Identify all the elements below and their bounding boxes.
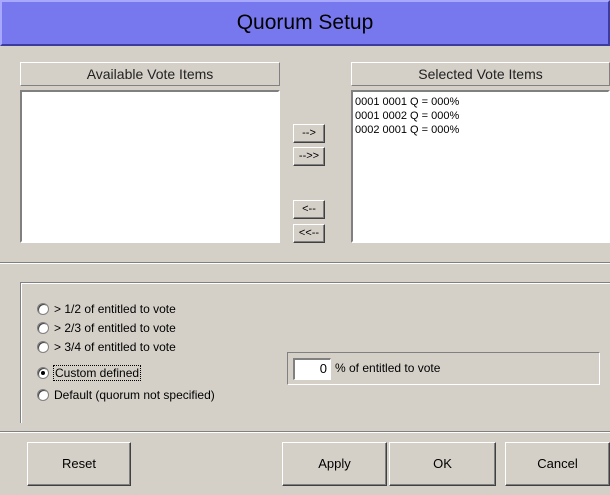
- option-label: > 2/3 of entitled to vote: [54, 321, 176, 335]
- selected-items-list[interactable]: 0001 0001 Q = 000% 0001 0002 Q = 000% 00…: [351, 90, 610, 243]
- separator: [0, 262, 610, 264]
- selected-items-header: Selected Vote Items: [351, 62, 610, 86]
- remove-item-button[interactable]: <--: [293, 200, 325, 219]
- option-default[interactable]: Default (quorum not specified): [37, 387, 215, 403]
- option-label: Default (quorum not specified): [54, 388, 215, 402]
- radio-button[interactable]: [37, 303, 49, 315]
- custom-percent-panel: 0 % of entitled to vote: [287, 352, 600, 385]
- radio-button-selected[interactable]: [37, 367, 49, 379]
- selected-item[interactable]: 0001 0002 Q = 000%: [355, 109, 608, 123]
- separator: [0, 431, 610, 433]
- selected-item[interactable]: 0002 0001 Q = 000%: [355, 123, 608, 137]
- available-items-header: Available Vote Items: [20, 62, 280, 86]
- option-label: > 1/2 of entitled to vote: [54, 302, 176, 316]
- option-custom-defined[interactable]: Custom defined: [37, 365, 142, 381]
- option-three-quarters[interactable]: > 3/4 of entitled to vote: [37, 339, 176, 355]
- option-label: Custom defined: [52, 365, 142, 381]
- cancel-button[interactable]: Cancel: [505, 442, 610, 486]
- custom-percent-label: % of entitled to vote: [335, 361, 441, 375]
- add-all-items-button[interactable]: -->>: [293, 147, 325, 166]
- reset-button[interactable]: Reset: [27, 442, 131, 486]
- radio-button[interactable]: [37, 341, 49, 353]
- radio-button[interactable]: [37, 389, 49, 401]
- radio-button[interactable]: [37, 322, 49, 334]
- available-items-list[interactable]: [20, 90, 280, 243]
- ok-button[interactable]: OK: [389, 442, 496, 486]
- option-half[interactable]: > 1/2 of entitled to vote: [37, 301, 176, 317]
- selected-item[interactable]: 0001 0001 Q = 000%: [355, 95, 608, 109]
- option-two-thirds[interactable]: > 2/3 of entitled to vote: [37, 320, 176, 336]
- option-label: > 3/4 of entitled to vote: [54, 340, 176, 354]
- remove-all-items-button[interactable]: <<--: [293, 224, 325, 243]
- custom-percent-input[interactable]: 0: [293, 358, 331, 380]
- apply-button[interactable]: Apply: [282, 442, 387, 486]
- add-item-button[interactable]: -->: [293, 124, 325, 143]
- dialog-title: Quorum Setup: [0, 0, 610, 46]
